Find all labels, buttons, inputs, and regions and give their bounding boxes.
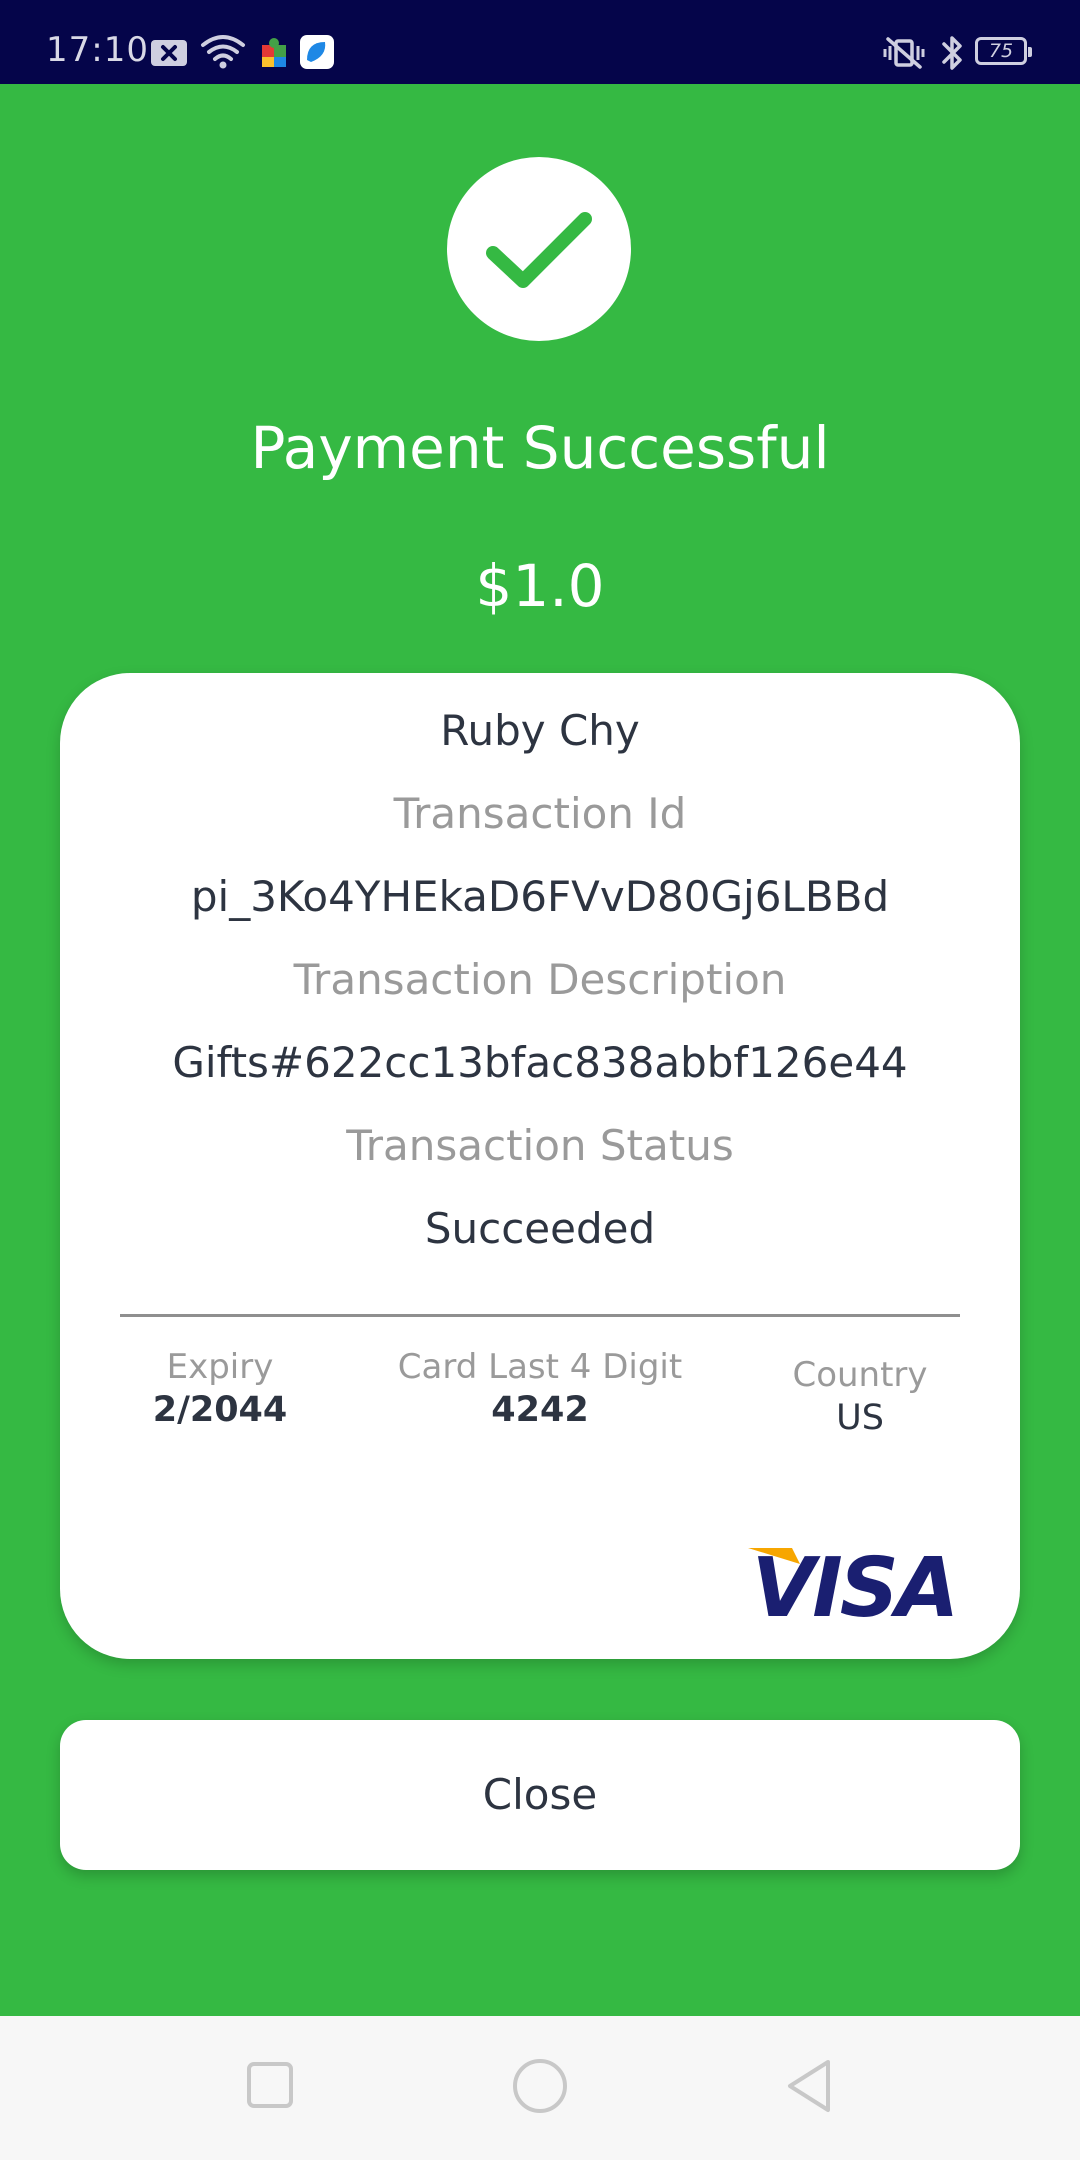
success-check-icon xyxy=(447,157,631,341)
close-button[interactable]: Close xyxy=(60,1720,1020,1870)
visa-logo-icon: VISA xyxy=(748,1544,959,1622)
transaction-status-value: Succeeded xyxy=(424,1204,656,1253)
country-value: US xyxy=(836,1398,884,1438)
transaction-description-label: Transaction Description xyxy=(293,955,787,1004)
card-last4-info: Card Last 4 Digit 4242 xyxy=(380,1346,700,1432)
transaction-description-value: Gifts#622cc13bfac838abbf126e44 xyxy=(172,1038,908,1087)
divider xyxy=(120,1314,960,1317)
country-label: Country xyxy=(792,1355,928,1395)
payment-success-screen: 17:10 75 Payment Successful $1.0 Ruby Ch… xyxy=(0,0,1080,2160)
home-circle-icon[interactable] xyxy=(510,2056,570,2116)
status-time: 17:10 xyxy=(46,30,149,70)
card-last4-value: 4242 xyxy=(491,1390,589,1430)
payment-amount: $1.0 xyxy=(475,552,605,620)
back-triangle-icon[interactable] xyxy=(784,2056,834,2116)
card-last4-label: Card Last 4 Digit xyxy=(397,1347,683,1387)
customer-name: Ruby Chy xyxy=(440,706,640,755)
bluetooth-icon xyxy=(942,36,962,70)
visa-logo-text: VISA xyxy=(752,1544,957,1622)
puzzle-app-icon xyxy=(262,38,286,67)
recents-square-icon[interactable] xyxy=(246,2056,294,2112)
notification-x-icon xyxy=(151,40,187,66)
battery-icon: 75 xyxy=(975,37,1032,65)
wifi-icon xyxy=(201,35,245,69)
system-nav-bar xyxy=(0,2016,1080,2160)
transaction-status-label: Transaction Status xyxy=(346,1121,734,1170)
payment-status-title: Payment Successful xyxy=(250,414,830,482)
expiry-value: 2/2044 xyxy=(152,1390,288,1430)
transaction-details-card: Ruby Chy Transaction Id pi_3Ko4YHEkaD6FV… xyxy=(60,673,1020,1659)
transaction-id-label: Transaction Id xyxy=(393,789,687,838)
country-info: Country US xyxy=(760,1354,960,1440)
expiry-label: Expiry xyxy=(166,1347,274,1387)
status-bar: 17:10 75 xyxy=(0,0,1080,84)
blue-app-icon xyxy=(300,35,334,69)
vibrate-icon xyxy=(883,37,925,69)
expiry-info: Expiry 2/2044 xyxy=(120,1346,320,1432)
transaction-id-value: pi_3Ko4YHEkaD6FVvD80Gj6LBBd xyxy=(190,872,890,921)
